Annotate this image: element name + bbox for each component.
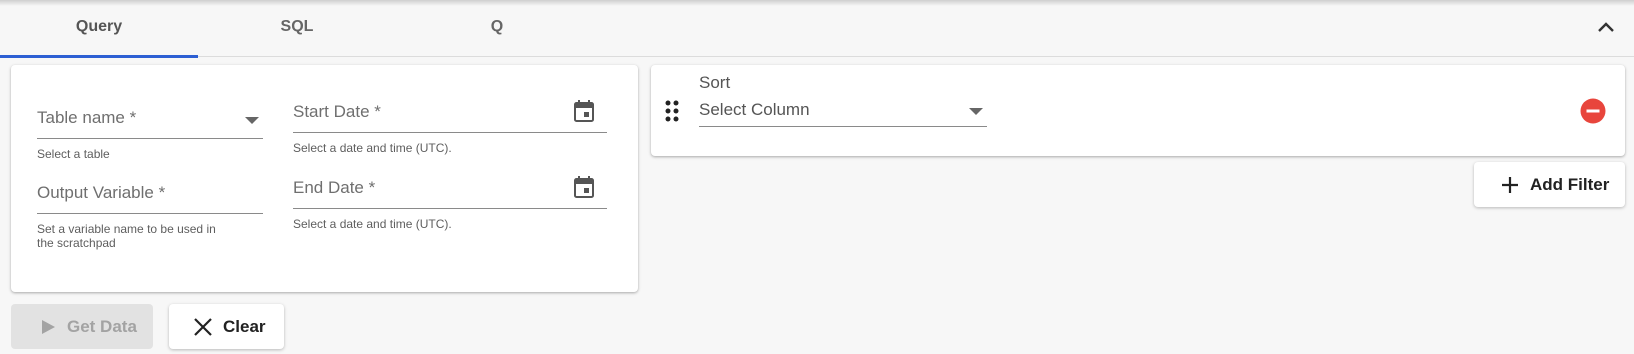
- end-date-underline: [293, 208, 607, 209]
- end-date-hint: Select a date and time (UTC).: [293, 217, 452, 231]
- play-icon: [42, 319, 55, 334]
- tab-query-label: Query: [75, 18, 123, 35]
- end-date-label: End Date *: [293, 178, 376, 197]
- tab-q-label: Q: [490, 18, 504, 35]
- table-name-hint: Select a table: [37, 147, 110, 161]
- end-date-field[interactable]: End Date * Select a date and time (UTC).: [293, 175, 607, 235]
- calendar-icon[interactable]: [573, 99, 595, 123]
- dropdown-arrow-icon: [245, 117, 259, 124]
- drag-handle-icon[interactable]: [665, 100, 679, 127]
- table-name-select[interactable]: Table name * Select a table: [37, 105, 263, 165]
- sort-card: Sort Select Column: [651, 65, 1625, 156]
- tab-q[interactable]: Q: [398, 0, 596, 57]
- output-variable-underline: [37, 213, 263, 214]
- calendar-icon[interactable]: [573, 175, 595, 199]
- tab-sql-label: SQL: [280, 18, 314, 35]
- plus-icon: [1502, 176, 1518, 193]
- start-date-hint: Select a date and time (UTC).: [293, 141, 452, 155]
- add-filter-label: Add Filter: [1530, 174, 1610, 194]
- output-variable-label: Output Variable *: [37, 183, 166, 202]
- get-data-label: Get Data: [67, 316, 137, 336]
- clear-label: Clear: [223, 316, 266, 336]
- get-data-button[interactable]: Get Data: [11, 304, 153, 349]
- output-variable-hint-line1: Set a variable name to be used in: [37, 222, 216, 236]
- output-variable-hint-line2: the scratchpad: [37, 236, 116, 250]
- sort-title: Sort: [699, 73, 731, 92]
- add-filter-button[interactable]: Add Filter: [1474, 162, 1625, 207]
- remove-circle-icon[interactable]: [1580, 98, 1606, 129]
- start-date-underline: [293, 132, 607, 133]
- table-name-underline: [37, 138, 263, 139]
- sort-column-placeholder: Select Column: [699, 100, 810, 119]
- start-date-label: Start Date *: [293, 102, 381, 121]
- sort-column-underline: [699, 126, 987, 127]
- tab-sql[interactable]: SQL: [198, 0, 396, 57]
- close-icon: [194, 317, 212, 336]
- query-form-card: Table name * Select a table Output Varia…: [11, 65, 638, 292]
- chevron-up-icon[interactable]: [1594, 16, 1618, 40]
- start-date-field[interactable]: Start Date * Select a date and time (UTC…: [293, 99, 607, 159]
- tab-query[interactable]: Query: [0, 0, 198, 58]
- table-name-label: Table name *: [37, 108, 137, 127]
- clear-button[interactable]: Clear: [169, 304, 284, 349]
- sort-column-select[interactable]: Select Column: [699, 97, 987, 127]
- output-variable-field[interactable]: Output Variable * Set a variable name to…: [37, 180, 263, 260]
- tab-bar: Query SQL Q: [0, 0, 1634, 58]
- dropdown-arrow-icon: [969, 108, 983, 115]
